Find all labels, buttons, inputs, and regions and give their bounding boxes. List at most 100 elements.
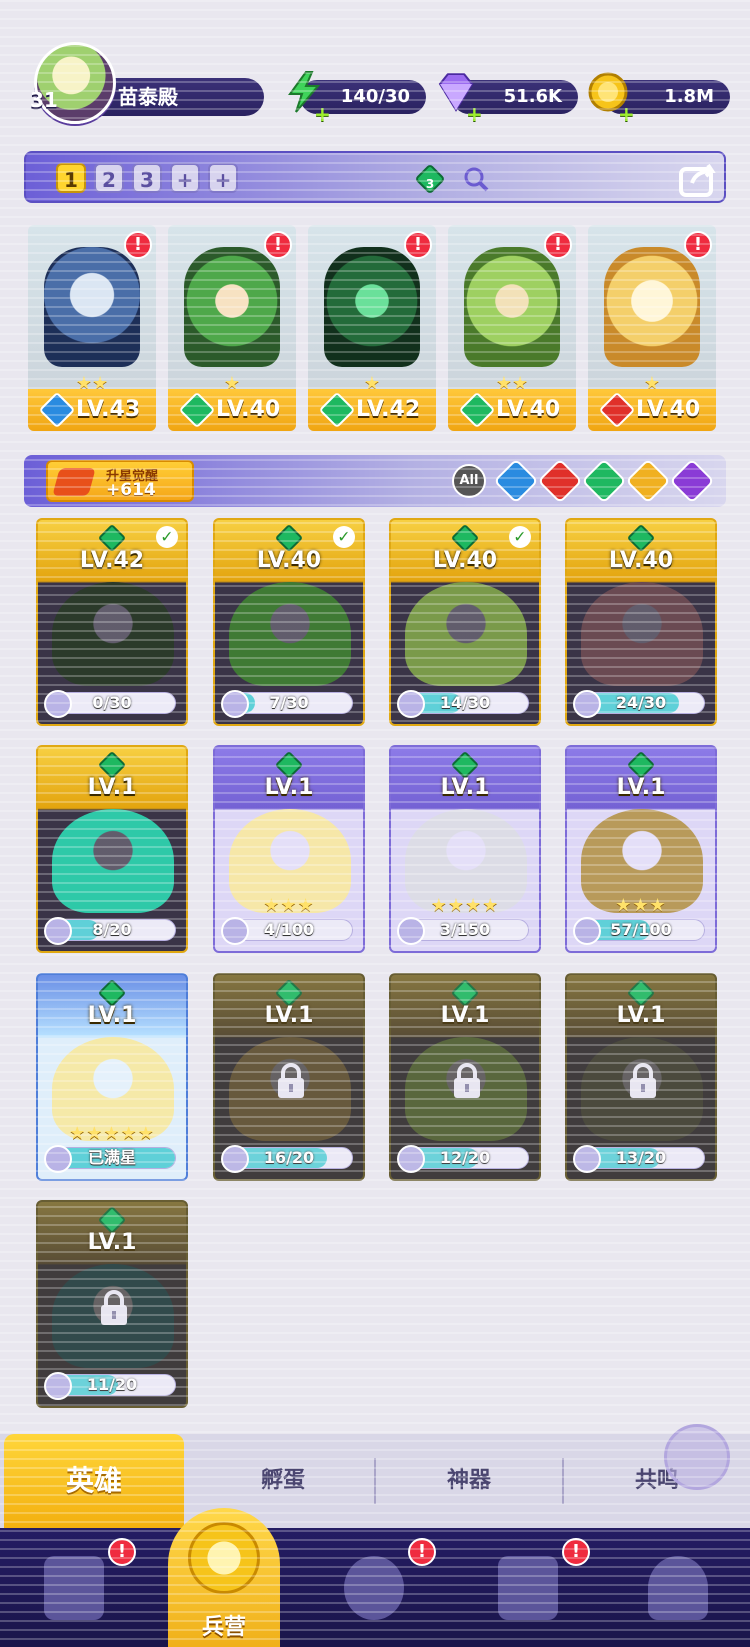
hero-portrait bbox=[581, 582, 703, 686]
hero-card[interactable]: LV.1 ★★★ 4/100 bbox=[213, 745, 365, 953]
filter-dark-icon[interactable] bbox=[669, 458, 715, 504]
search-icon[interactable] bbox=[462, 165, 490, 193]
add-gem-icon[interactable]: + bbox=[466, 102, 483, 126]
hero-level: LV.1 bbox=[87, 1003, 137, 1028]
team-member-card[interactable]: ! ★★ LV.43 bbox=[28, 225, 156, 431]
hero-level: LV.40 bbox=[608, 548, 674, 573]
hero-level: LV.1 bbox=[264, 1003, 314, 1028]
hero-card[interactable]: LV.1 ★★★★ 3/150 bbox=[389, 745, 541, 953]
hero-card[interactable]: LV.40 ✓ 14/30 bbox=[389, 518, 541, 726]
hero-portrait bbox=[52, 809, 174, 913]
energy-value: 140/30 bbox=[340, 86, 410, 107]
team-member-card[interactable]: ! ★★ LV.40 bbox=[448, 225, 576, 431]
hero-level: LV.1 bbox=[264, 775, 314, 800]
header: 苗泰殿 31 + 140/30 + 51.6K + 1.8M bbox=[0, 0, 750, 140]
constellation-button[interactable] bbox=[664, 1424, 730, 1490]
hero-level: LV.1 bbox=[87, 775, 137, 800]
alert-badge: ! bbox=[408, 1538, 436, 1566]
hero-level: LV.1 bbox=[87, 1230, 137, 1255]
shard-icon bbox=[573, 690, 601, 718]
hero-card[interactable]: LV.40 24/30 bbox=[565, 518, 717, 726]
alert-badge: ! bbox=[264, 231, 292, 259]
hero-level: LV.40 bbox=[432, 548, 498, 573]
hero-card[interactable]: LV.1 ★★★ 57/100 bbox=[565, 745, 717, 953]
alert-badge: ! bbox=[108, 1538, 136, 1566]
hero-card[interactable]: LV.1 ★★★★★ 已满星 bbox=[36, 973, 188, 1181]
gem-value: 51.6K bbox=[503, 86, 562, 107]
barracks-icon bbox=[188, 1522, 260, 1594]
team-tab-add-2[interactable]: + bbox=[208, 163, 238, 193]
hero-card[interactable]: LV.40 ✓ 7/30 bbox=[213, 518, 365, 726]
shard-icon bbox=[44, 917, 72, 945]
hero-portrait bbox=[324, 247, 420, 367]
energy-resource[interactable]: + 140/30 bbox=[288, 71, 426, 126]
lock-icon bbox=[454, 1063, 480, 1098]
tab-artifacts[interactable]: 神器 bbox=[376, 1434, 562, 1528]
awaken-icon bbox=[52, 468, 96, 496]
filter-fire-icon[interactable] bbox=[537, 458, 583, 504]
hero-portrait bbox=[229, 582, 351, 686]
hero-card[interactable]: LV.1 12/20 bbox=[389, 973, 541, 1181]
awaken-button[interactable]: 升星觉醒 +614 bbox=[46, 460, 194, 502]
team-selector-bar: 1 2 3 + + 3 bbox=[24, 151, 726, 203]
nav-book[interactable]: ! bbox=[330, 1538, 436, 1636]
shard-icon bbox=[44, 690, 72, 718]
filter-light-icon[interactable] bbox=[625, 458, 671, 504]
nav-barracks[interactable]: 兵营 bbox=[168, 1508, 280, 1647]
nav-guild[interactable] bbox=[634, 1548, 722, 1636]
in-team-check-icon: ✓ bbox=[333, 526, 355, 548]
hero-portrait bbox=[604, 247, 700, 367]
gold-resource[interactable]: + 1.8M bbox=[588, 72, 730, 126]
book-icon bbox=[344, 1556, 404, 1620]
tab-heroes[interactable]: 英雄 bbox=[4, 1434, 184, 1528]
team-tab-3[interactable]: 3 bbox=[132, 163, 162, 193]
hero-card[interactable]: LV.1 8/20 bbox=[36, 745, 188, 953]
gold-value: 1.8M bbox=[664, 86, 714, 107]
castle-icon bbox=[498, 1556, 558, 1620]
hero-stars: ★★★ bbox=[263, 895, 315, 916]
hero-portrait bbox=[405, 582, 527, 686]
add-gold-icon[interactable]: + bbox=[618, 102, 635, 126]
filter-bar: 升星觉醒 +614 All bbox=[24, 455, 726, 507]
team-tab-2[interactable]: 2 bbox=[94, 163, 124, 193]
filter-all-button[interactable]: All bbox=[452, 464, 486, 498]
add-energy-icon[interactable]: + bbox=[314, 102, 331, 126]
hero-portrait bbox=[184, 247, 280, 367]
alert-badge: ! bbox=[544, 231, 572, 259]
shard-icon bbox=[221, 1145, 249, 1173]
hero-card[interactable]: LV.42 ✓ 0/30 bbox=[36, 518, 188, 726]
nav-castle[interactable]: ! bbox=[484, 1538, 590, 1636]
team-member-card[interactable]: ! ★ LV.40 bbox=[588, 225, 716, 431]
lock-icon bbox=[101, 1290, 127, 1325]
shard-icon bbox=[44, 1372, 72, 1400]
hero-card[interactable]: LV.1 13/20 bbox=[565, 973, 717, 1181]
shard-icon bbox=[397, 690, 425, 718]
filter-water-icon[interactable] bbox=[493, 458, 539, 504]
team-member-card[interactable]: ! ★ LV.42 bbox=[308, 225, 436, 431]
player-name[interactable]: 苗泰殿 bbox=[92, 78, 264, 116]
hero-card[interactable]: LV.1 16/20 bbox=[213, 973, 365, 1181]
gem-resource[interactable]: + 51.6K bbox=[438, 73, 578, 126]
hero-card[interactable]: LV.1 11/20 bbox=[36, 1200, 188, 1408]
shard-icon bbox=[573, 917, 601, 945]
share-icon[interactable] bbox=[678, 161, 718, 197]
hero-stars: ★★★★★ bbox=[69, 1123, 155, 1144]
nav-cards[interactable]: ! bbox=[30, 1538, 136, 1636]
shard-icon bbox=[573, 1145, 601, 1173]
alert-badge: ! bbox=[684, 231, 712, 259]
shard-icon bbox=[397, 1145, 425, 1173]
player-level: 31 bbox=[30, 88, 58, 112]
team-tab-1[interactable]: 1 bbox=[56, 163, 86, 193]
shard-icon bbox=[397, 917, 425, 945]
filter-nature-icon[interactable] bbox=[581, 458, 627, 504]
hero-level: LV.1 bbox=[440, 775, 490, 800]
team-tab-add-1[interactable]: + bbox=[170, 163, 200, 193]
svg-text:3: 3 bbox=[426, 177, 434, 191]
nature-element-icon: 3 bbox=[416, 165, 444, 193]
alert-badge: ! bbox=[404, 231, 432, 259]
shard-icon bbox=[44, 1145, 72, 1173]
hero-level: LV.1 bbox=[616, 775, 666, 800]
hero-level: LV.1 bbox=[616, 1003, 666, 1028]
in-team-check-icon: ✓ bbox=[509, 526, 531, 548]
team-member-card[interactable]: ! ★ LV.40 bbox=[168, 225, 296, 431]
